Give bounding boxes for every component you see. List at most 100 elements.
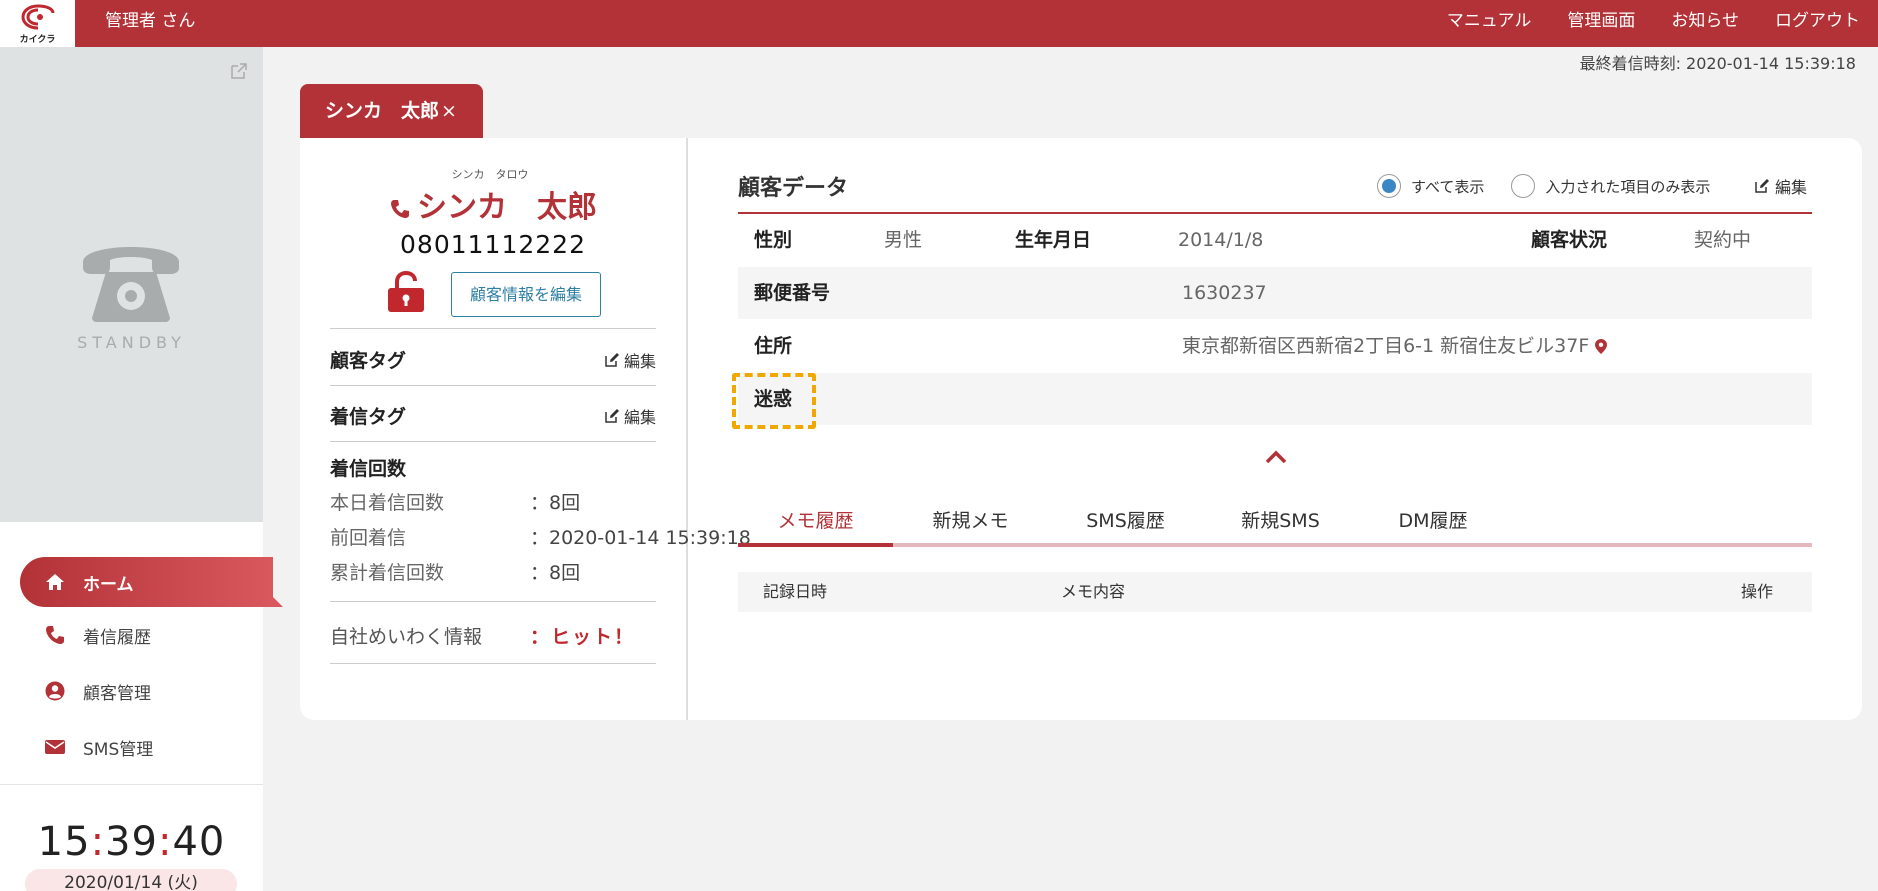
radio-dot [1382, 179, 1396, 193]
menu-item-sms[interactable]: SMS管理 [0, 719, 263, 775]
call-count-title: 着信回数 [330, 458, 407, 480]
nav-notice[interactable]: お知らせ [1671, 0, 1739, 42]
data-row-address: 住所 東京都新宿区西新宿2丁目6-1 新宿住友ビル37F [738, 320, 1812, 372]
count-label: 前回着信 [330, 527, 407, 549]
count-row-previous: 前回着信 ：2020-01-14 15:39:18 [330, 523, 751, 550]
top-bar: カイクラ 管理者 さん マニュアル 管理画面 お知らせ ログアウト [0, 0, 1878, 47]
count-label: 本日着信回数 [330, 492, 445, 514]
highlight-marker [732, 373, 816, 429]
tab-underline [738, 543, 1812, 547]
address-text: 東京都新宿区西新宿2丁目6-1 新宿住友ビル37F [1182, 335, 1590, 357]
radio-show-filled-label[interactable]: 入力された項目のみ表示 [1545, 176, 1710, 197]
nav-admin[interactable]: 管理画面 [1567, 0, 1635, 42]
edit-customer-data-button[interactable]: 編集 [1754, 174, 1807, 198]
logo-text: カイクラ [19, 34, 56, 45]
divider [330, 663, 656, 664]
customer-name: シンカ 太郎 [300, 182, 686, 226]
standby-panel: STANDBY [0, 47, 263, 522]
last-call-time: 最終着信時刻: 2020-01-14 15:39:18 [1579, 54, 1856, 73]
close-icon[interactable]: × [441, 100, 457, 122]
menu-item-label: SMS管理 [83, 739, 154, 760]
customer-card: シンカ タロウ シンカ 太郎 08011112222 顧客情報を編集 顧客タグ … [300, 138, 1862, 720]
clock-minutes: 39 [105, 819, 158, 865]
col-content: メモ内容 [1061, 582, 1126, 601]
customer-tab[interactable]: シンカ 太郎 × [300, 84, 483, 138]
radio-show-all-label[interactable]: すべて表示 [1411, 176, 1484, 197]
date-badge: 2020/01/14 (火) [25, 869, 237, 891]
edit-label: 編集 [623, 352, 656, 371]
customer-name-ruby: シンカ タロウ [451, 168, 529, 181]
chevron-up-icon[interactable] [1263, 447, 1289, 467]
edit-icon [1755, 179, 1769, 193]
logo-icon [20, 4, 54, 29]
map-pin-icon[interactable] [1595, 339, 1608, 354]
user-circle-icon [44, 680, 66, 702]
data-row-basic: 性別 男性 生年月日 2014/1/8 顧客状況 契約中 [738, 214, 1812, 266]
status-value: 契約中 [1694, 229, 1752, 251]
count-value: ：2020-01-14 15:39:18 [530, 527, 751, 549]
display-filter: すべて表示 入力された項目のみ表示 [1377, 174, 1737, 198]
unlock-icon[interactable] [386, 271, 426, 313]
gender-key: 性別 [754, 229, 793, 251]
standby-label: STANDBY [77, 333, 186, 352]
menu-item-home[interactable]: ホーム [20, 557, 283, 607]
edit-call-tag-button[interactable]: 編集 [604, 404, 656, 428]
edit-label: 編集 [623, 408, 656, 427]
mail-icon [44, 736, 66, 758]
spam-hit-badge: ：ヒット！ [530, 626, 636, 648]
app-logo[interactable]: カイクラ [0, 0, 75, 47]
count-value: ：8回 [530, 562, 581, 584]
tab-memo-history[interactable]: メモ履歴 [738, 503, 893, 543]
clock-seconds: 40 [172, 819, 226, 865]
divider [330, 441, 656, 442]
external-link-icon[interactable] [229, 61, 249, 81]
history-tabs: メモ履歴 新規メモ SMS履歴 新規SMS DM履歴 [738, 503, 1812, 547]
spam-info-row: 自社めいわく情報 ：ヒット！ [330, 622, 635, 649]
menu-item-label: 顧客管理 [83, 683, 151, 704]
tab-new-sms[interactable]: 新規SMS [1203, 503, 1358, 543]
radio-show-all[interactable] [1377, 174, 1401, 198]
clock-separator: : [157, 819, 173, 865]
tab-new-memo[interactable]: 新規メモ [893, 503, 1048, 543]
menu-item-call-history[interactable]: 着信履歴 [0, 607, 263, 663]
spam-info-label: 自社めいわく情報 [330, 626, 483, 648]
address-key: 住所 [754, 335, 793, 357]
zip-key: 郵便番号 [754, 282, 831, 304]
phone-icon [44, 624, 66, 646]
status-key: 顧客状況 [1531, 229, 1608, 251]
menu-item-customers[interactable]: 顧客管理 [0, 663, 263, 719]
data-row-spam: 迷惑 [738, 373, 1812, 425]
clock: 15:39:40 [0, 819, 263, 865]
count-row-today: 本日着信回数 ：8回 [330, 488, 580, 515]
radio-show-filled[interactable] [1511, 174, 1536, 198]
tab-dm-history[interactable]: DM履歴 [1358, 503, 1508, 543]
standby-phone-icon [83, 247, 179, 322]
edit-customer-button[interactable]: 顧客情報を編集 [451, 272, 601, 317]
user-name: 管理者 さん [105, 11, 196, 31]
call-tag-label: 着信タグ [330, 406, 407, 428]
customer-tag-label: 顧客タグ [330, 350, 407, 372]
edit-customer-tag-button[interactable]: 編集 [604, 348, 656, 372]
tab-active-indicator [738, 543, 893, 547]
edit-icon [605, 409, 619, 423]
gender-value: 男性 [884, 229, 923, 251]
menu-item-label: ホーム [83, 574, 134, 595]
side-menu: ホーム 着信履歴 顧客管理 SMS管理 [0, 557, 283, 775]
tab-sms-history[interactable]: SMS履歴 [1048, 503, 1203, 543]
memo-table-header: 記録日時 メモ内容 操作 [738, 572, 1812, 612]
customer-tab-label: シンカ 太郎 [325, 100, 440, 122]
divider [330, 328, 656, 329]
phone-icon [391, 199, 409, 218]
home-icon [44, 571, 66, 593]
panel-divider [686, 138, 688, 720]
nav-logout[interactable]: ログアウト [1775, 0, 1860, 42]
data-row-zip: 郵便番号 1630237 [738, 267, 1812, 319]
birth-key: 生年月日 [1015, 229, 1092, 251]
nav-manual[interactable]: マニュアル [1447, 0, 1532, 42]
count-value: ：8回 [530, 492, 581, 514]
sidebar-divider [0, 784, 263, 785]
clock-hours: 15 [37, 819, 91, 865]
address-value: 東京都新宿区西新宿2丁目6-1 新宿住友ビル37F [1182, 320, 1608, 372]
birth-value: 2014/1/8 [1178, 229, 1264, 251]
customer-phone: 08011112222 [400, 230, 586, 259]
